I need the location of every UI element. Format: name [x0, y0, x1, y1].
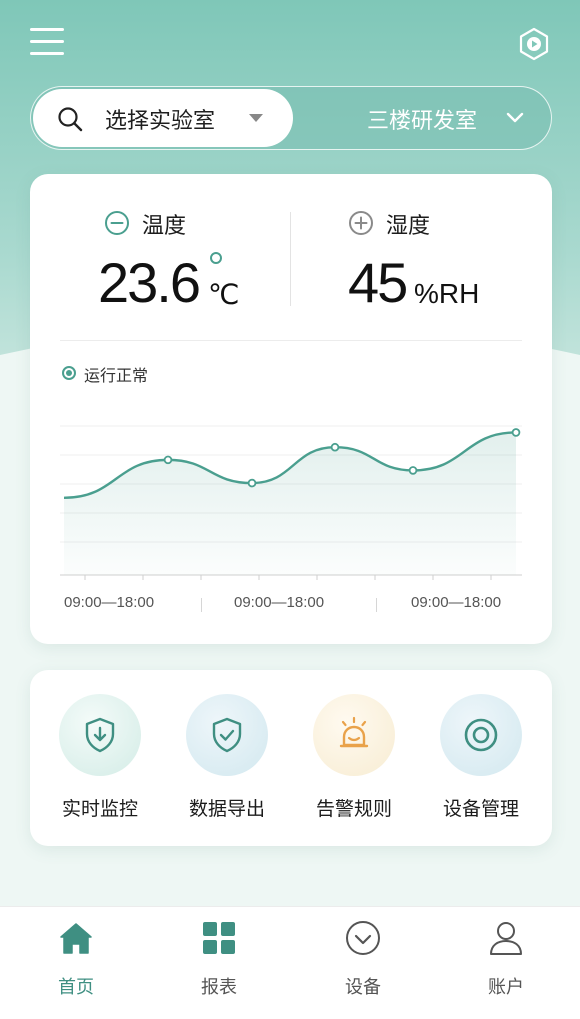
alarm-bell-icon	[339, 716, 369, 748]
section-divider	[60, 340, 522, 341]
feature-label: 实时监控	[61, 798, 138, 820]
temperature-unit: ℃	[208, 278, 240, 311]
bottom-tab-bar: 首页 报表 设备 账户	[0, 906, 580, 1019]
tab-label: 报表	[201, 977, 237, 998]
humidity-unit: %RH	[414, 278, 480, 309]
trend-chart	[60, 425, 522, 580]
tab-label: 设备	[345, 977, 381, 998]
feature-card: 实时监控 数据导出 告警规则 设备管理	[30, 670, 552, 846]
status-dot-icon	[62, 366, 76, 380]
minus-circle-icon	[105, 211, 129, 235]
feature-label: 告警规则	[315, 798, 392, 820]
feature-label: 数据导出	[188, 798, 265, 820]
x-tick-label: 09:00—18:00	[234, 594, 325, 611]
hexagon-play-icon[interactable]	[516, 26, 552, 62]
data-point[interactable]	[511, 428, 521, 437]
feature-data-export[interactable]: 数据导出	[177, 692, 277, 822]
data-point[interactable]	[330, 442, 340, 452]
tab-devices[interactable]: 设备	[313, 917, 413, 1007]
x-label-separator	[376, 598, 377, 612]
tab-account[interactable]: 账户	[456, 917, 556, 1007]
temperature-value: 23.6	[98, 251, 201, 314]
search-icon	[58, 107, 83, 132]
tab-label: 首页	[58, 977, 94, 998]
x-label-separator	[201, 598, 202, 612]
data-point[interactable]	[408, 466, 418, 475]
plus-circle-icon	[349, 211, 373, 235]
humidity-label: 湿度	[386, 214, 431, 239]
tab-home[interactable]: 首页	[26, 917, 126, 1007]
environment-card: 温度 23.6 ℃ 湿度 45 %RH 运行正常 09:00—18:00 09:…	[30, 174, 552, 644]
feature-device-management[interactable]: 设备管理	[431, 692, 531, 822]
select-lab-dropdown[interactable]: 选择实验室	[33, 89, 293, 147]
degree-mark	[210, 252, 222, 264]
target-ring-icon	[464, 718, 498, 752]
lab-selector: 选择实验室 三楼研发室	[30, 86, 552, 150]
feature-icon-bg	[313, 694, 395, 776]
feature-icon-bg	[186, 694, 268, 776]
feature-label: 设备管理	[442, 798, 519, 820]
top-bar	[0, 0, 580, 90]
home-icon	[60, 923, 92, 954]
current-lab-label: 三楼研发室	[367, 109, 478, 134]
x-tick-label: 09:00—18:00	[411, 594, 502, 611]
data-point[interactable]	[163, 455, 173, 465]
temperature-label: 温度	[142, 214, 187, 239]
x-tick-label: 09:00—18:00	[64, 594, 155, 611]
hamburger-menu-icon[interactable]	[30, 28, 64, 58]
user-icon	[490, 922, 522, 955]
tab-label: 账户	[488, 977, 524, 998]
humidity-value: 45	[348, 251, 408, 314]
data-point[interactable]	[247, 478, 257, 488]
feature-icon-bg	[440, 694, 522, 776]
select-lab-label: 选择实验室	[105, 109, 216, 134]
status-text: 运行正常	[84, 366, 149, 385]
shield-download-icon	[85, 717, 115, 753]
x-axis-labels: 09:00—18:00 09:00—18:00 09:00—18:00	[30, 594, 552, 618]
series-area	[64, 432, 516, 575]
metric-divider	[290, 212, 291, 306]
chevron-down-icon	[506, 112, 524, 123]
feature-alarm-rules[interactable]: 告警规则	[304, 692, 404, 822]
tab-reports[interactable]: 报表	[169, 917, 269, 1007]
feature-realtime-monitor[interactable]: 实时监控	[50, 692, 150, 822]
shield-check-icon	[212, 717, 242, 753]
feature-icon-bg	[59, 694, 141, 776]
grid-icon	[203, 922, 235, 954]
caret-down-icon	[249, 114, 263, 122]
check-circle-icon	[346, 921, 380, 955]
